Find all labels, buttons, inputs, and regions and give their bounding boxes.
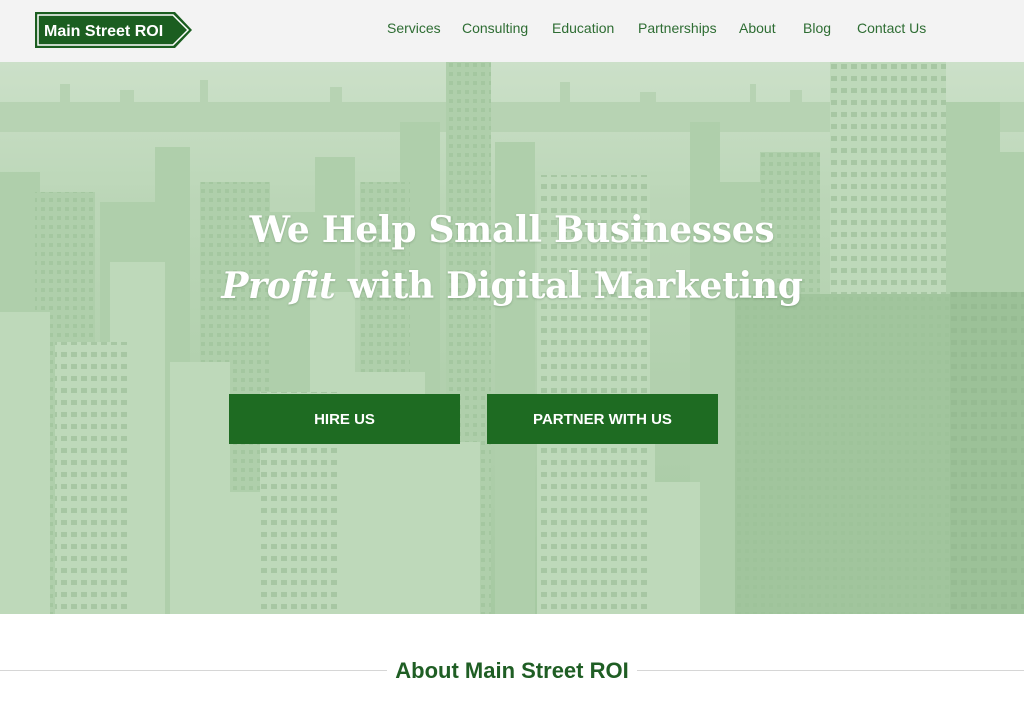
hero-headline: We Help Small Businesses Profit with Dig… xyxy=(0,202,1024,314)
hero-headline-emphasis: Profit xyxy=(221,265,336,307)
nav-consulting[interactable]: Consulting xyxy=(462,20,528,36)
hero-headline-line2: Profit with Digital Marketing xyxy=(0,258,1024,314)
partner-with-us-button[interactable]: PARTNER WITH US xyxy=(487,394,718,444)
site-header: Main Street ROI Services Consulting Educ… xyxy=(0,0,1024,62)
nav-contact-us[interactable]: Contact Us xyxy=(857,20,926,36)
hero-headline-line2-rest: with Digital Marketing xyxy=(335,265,803,307)
hero-headline-line1: We Help Small Businesses xyxy=(249,209,775,251)
hero-section: We Help Small Businesses Profit with Dig… xyxy=(0,62,1024,614)
main-nav: Services Consulting Education Partnershi… xyxy=(0,0,1024,62)
about-heading-text: About Main Street ROI xyxy=(387,658,637,683)
hire-us-button[interactable]: HIRE US xyxy=(229,394,460,444)
nav-services[interactable]: Services xyxy=(387,20,441,36)
about-heading: About Main Street ROI xyxy=(0,658,1024,684)
nav-education[interactable]: Education xyxy=(552,20,614,36)
nav-partnerships[interactable]: Partnerships xyxy=(638,20,717,36)
city-skyline-image xyxy=(0,62,1024,614)
nav-about[interactable]: About xyxy=(739,20,776,36)
nav-blog[interactable]: Blog xyxy=(803,20,831,36)
